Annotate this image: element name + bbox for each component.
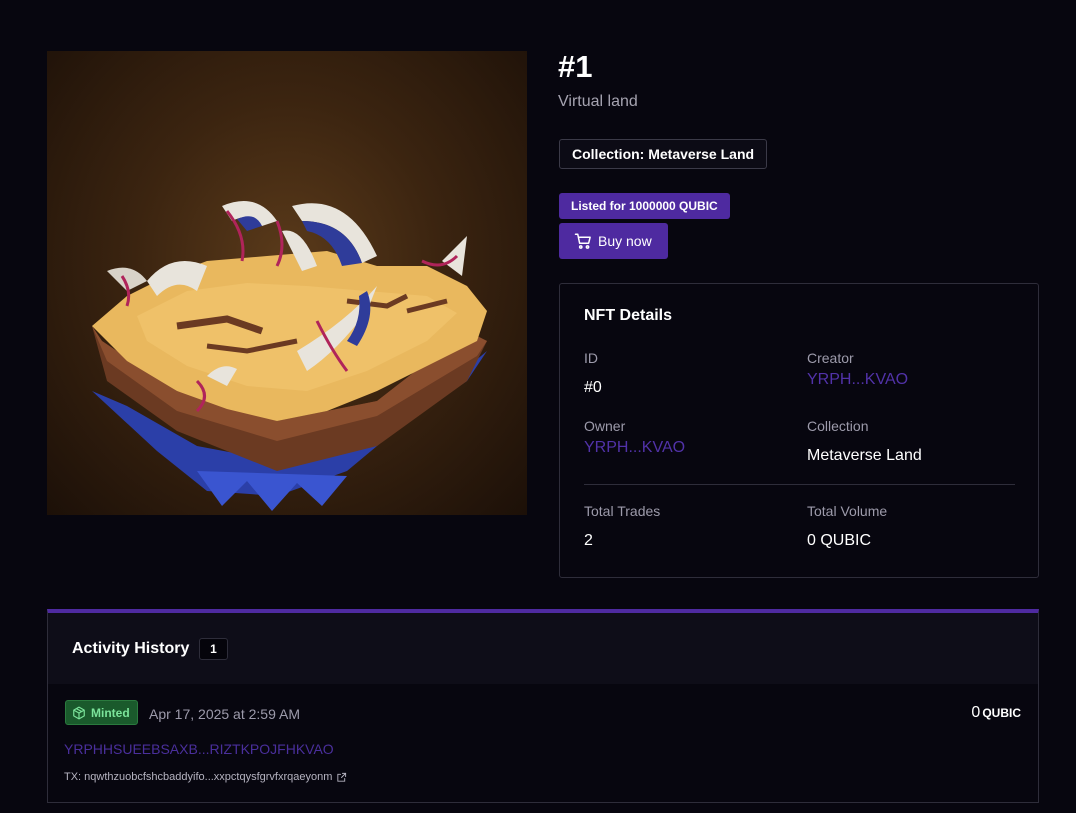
id-label: ID xyxy=(584,350,598,366)
minted-badge: Minted xyxy=(65,700,138,725)
cart-icon xyxy=(574,233,591,249)
id-value: #0 xyxy=(584,379,602,396)
details-divider xyxy=(584,484,1015,485)
event-address-link[interactable]: YRPHHSUEEBSAXB...RIZTKPOJFHKVAO xyxy=(64,741,334,757)
box-icon xyxy=(73,706,85,719)
listed-price-badge: Listed for 1000000 QUBIC xyxy=(559,193,730,219)
total-trades-label: Total Trades xyxy=(584,503,661,519)
total-volume-label: Total Volume xyxy=(807,503,888,519)
floating-land-illustration xyxy=(92,201,487,511)
nft-subtitle: Virtual land xyxy=(558,93,638,110)
buy-now-label: Buy now xyxy=(598,233,652,249)
activity-header: Activity History 1 xyxy=(48,613,1038,684)
minted-label: Minted xyxy=(91,705,130,720)
creator-label: Creator xyxy=(807,350,854,366)
external-link-icon[interactable] xyxy=(336,772,347,783)
activity-history-panel: Activity History 1 Minted Apr 17, 2025 a… xyxy=(47,609,1039,803)
event-tx: TX: nqwthzuobcfshcbaddyifo...xxpctqysfgr… xyxy=(64,771,347,783)
owner-label: Owner xyxy=(584,418,626,434)
nft-details-card: NFT Details ID #0 Creator YRPH...KVAO Ow… xyxy=(559,283,1039,578)
activity-title: Activity History xyxy=(72,640,190,657)
collection-label: Collection xyxy=(807,418,869,434)
event-amount-currency: QUBIC xyxy=(982,706,1021,720)
event-amount: 0 QUBIC xyxy=(971,704,1021,722)
event-date: Apr 17, 2025 at 2:59 AM xyxy=(149,706,300,722)
collection-value: Metaverse Land xyxy=(807,447,922,464)
creator-link[interactable]: YRPH...KVAO xyxy=(807,371,908,389)
event-amount-value: 0 xyxy=(971,704,981,721)
nft-artwork-image xyxy=(47,51,527,515)
nft-detail-page: #1 Virtual land Collection: Metaverse La… xyxy=(0,0,1076,813)
details-title: NFT Details xyxy=(584,307,673,324)
total-trades-value: 2 xyxy=(584,532,593,549)
event-tx-link[interactable]: TX: nqwthzuobcfshcbaddyifo...xxpctqysfgr… xyxy=(64,771,332,783)
buy-now-button[interactable]: Buy now xyxy=(559,223,668,259)
owner-link[interactable]: YRPH...KVAO xyxy=(584,439,685,457)
collection-badge[interactable]: Collection: Metaverse Land xyxy=(559,139,768,169)
total-volume-value: 0 QUBIC xyxy=(807,532,872,549)
nft-title: #1 xyxy=(558,49,593,84)
activity-count-badge: 1 xyxy=(199,638,228,660)
